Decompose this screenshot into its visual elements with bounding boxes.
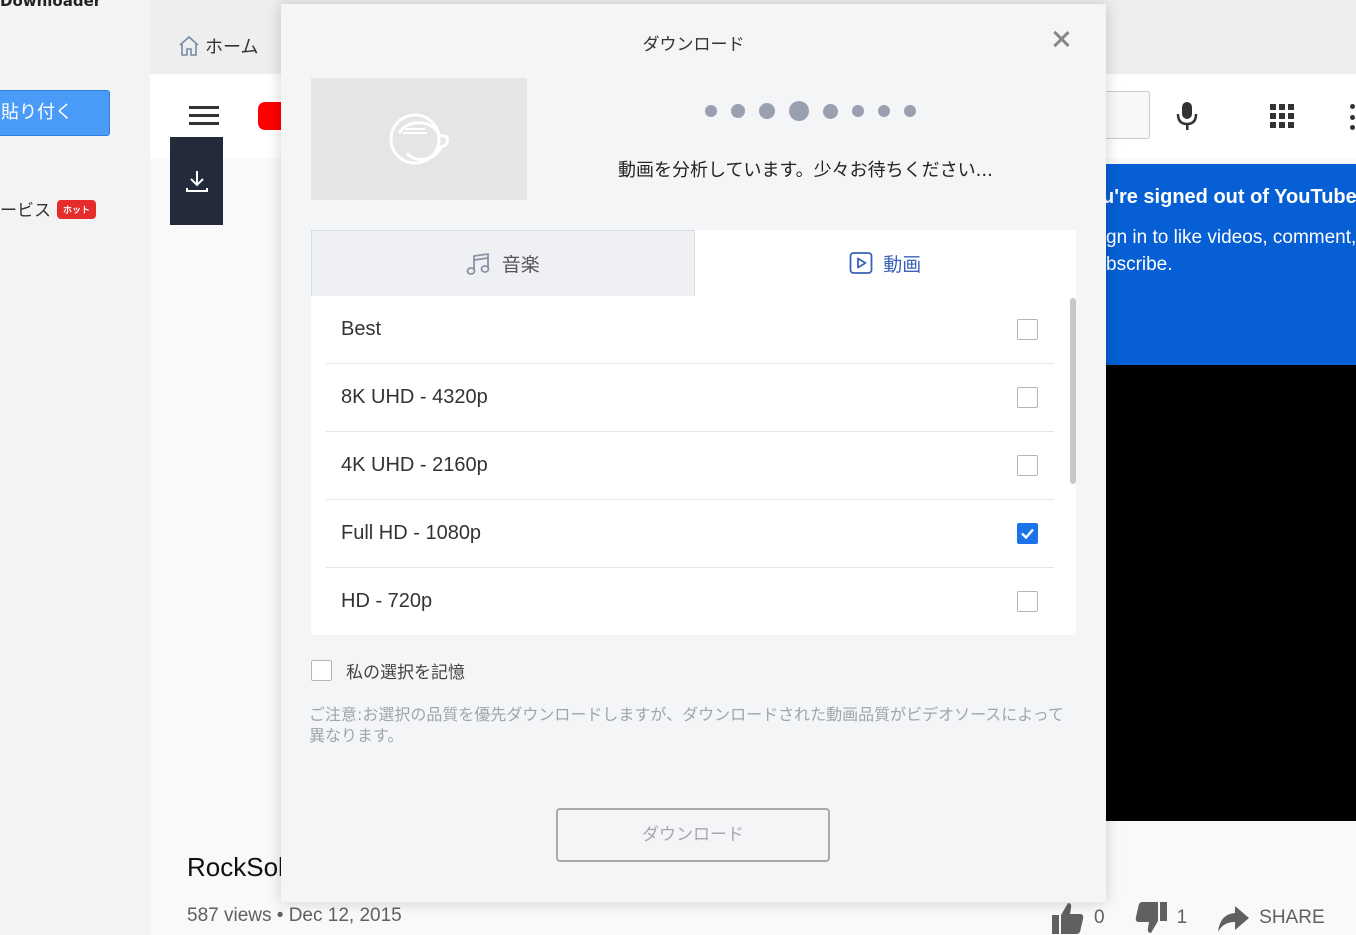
download-dialog: ダウンロード 動画を分析しています。少々お待ちください... 音楽 動画 Bes… [281, 4, 1106, 902]
video-title: RockSol [187, 852, 284, 882]
signed-out-text: gn in to like videos, comment, bscribe. [1106, 227, 1356, 275]
download-side-button[interactable] [170, 137, 223, 225]
video-player[interactable] [1106, 365, 1356, 821]
thumbs-up-icon [1052, 903, 1084, 934]
music-note-icon [466, 252, 490, 275]
microphone-icon[interactable] [1175, 100, 1199, 132]
checkmark-icon [1021, 528, 1034, 540]
dislike-button[interactable]: 1 [1133, 900, 1188, 935]
breadcrumb-label: ホーム [205, 37, 259, 58]
apps-grid-icon[interactable] [1270, 104, 1294, 128]
sticky-button[interactable]: 貼り付く [0, 90, 110, 136]
sidebar-item-label: ービス [0, 201, 51, 221]
share-label: SHARE [1259, 907, 1325, 928]
video-meta: 587 views • Dec 12, 2015 [187, 905, 402, 926]
dislike-count: 1 [1176, 907, 1188, 928]
app-title: Downloader [0, 0, 102, 10]
remember-label: 私の選択を記憶 [346, 663, 465, 683]
quality-checkbox[interactable] [1017, 591, 1038, 612]
quality-checkbox[interactable] [1017, 455, 1038, 476]
download-button[interactable]: ダウンロード [556, 808, 830, 862]
like-button[interactable]: 0 [1050, 900, 1105, 935]
quality-label: HD - 720p [341, 590, 433, 612]
quality-checkbox[interactable] [1017, 319, 1038, 340]
quality-label: 8K UHD - 4320p [341, 386, 488, 408]
sidebar-item-service[interactable]: ービス ホット [0, 196, 97, 221]
quality-checkbox[interactable] [1017, 387, 1038, 408]
tab-music-label: 音楽 [501, 254, 540, 276]
video-play-icon [849, 252, 873, 274]
quality-label: Full HD - 1080p [341, 522, 482, 544]
video-actions: 0 1 SHARE [1050, 900, 1353, 935]
like-count: 0 [1094, 907, 1105, 928]
hot-badge: ホット [57, 200, 97, 219]
close-icon[interactable] [1050, 28, 1072, 50]
quality-list: Best 8K UHD - 4320p 4K UHD - 2160p Full … [311, 296, 1076, 635]
hamburger-menu-icon[interactable] [189, 106, 219, 126]
tab-video-label: 動画 [883, 253, 922, 276]
loading-indicator [705, 101, 916, 121]
quality-option-row[interactable]: 4K UHD - 2160p [326, 432, 1054, 500]
remember-checkbox[interactable] [311, 660, 332, 681]
quality-checkbox-checked[interactable] [1017, 523, 1038, 544]
quality-label: 4K UHD - 2160p [341, 454, 488, 476]
thumbs-down-icon [1135, 902, 1167, 933]
download-icon [185, 171, 208, 192]
analysis-status: 動画を分析しています。少々お待ちください... [618, 160, 993, 181]
dialog-title: ダウンロード [642, 35, 745, 55]
quality-notice: ご注意:お選択の品質を優先ダウンロードしますが、ダウンロードされた動画品質がビデ… [309, 705, 1064, 745]
thumbnail-placeholder-icon [389, 113, 449, 165]
tab-music[interactable]: 音楽 [311, 230, 695, 296]
video-thumbnail [311, 78, 527, 200]
format-tabs: 音楽 動画 [311, 230, 1076, 296]
remember-selection[interactable]: 私の選択を記憶 [311, 658, 465, 683]
quality-option-row[interactable]: Full HD - 1080p [326, 500, 1054, 568]
list-scrollbar[interactable] [1070, 298, 1076, 484]
more-vert-icon[interactable] [1350, 104, 1356, 130]
breadcrumb-home[interactable]: ホーム [177, 33, 258, 59]
quality-label: Best [341, 318, 382, 340]
quality-option-row[interactable]: Best [326, 296, 1054, 364]
signed-out-title: u're signed out of YouTube [1106, 186, 1356, 208]
quality-option-row[interactable]: HD - 720p [326, 568, 1054, 635]
left-sidebar: Downloader 貼り付く ービス ホット [0, 0, 150, 935]
signed-out-banner: u're signed out of YouTube gn in to like… [1106, 164, 1356, 365]
home-icon [179, 35, 199, 56]
share-arrow-icon [1218, 906, 1250, 932]
quality-option-row[interactable]: 8K UHD - 4320p [326, 364, 1054, 432]
share-button[interactable]: SHARE [1215, 900, 1325, 935]
tab-video[interactable]: 動画 [694, 230, 1076, 296]
